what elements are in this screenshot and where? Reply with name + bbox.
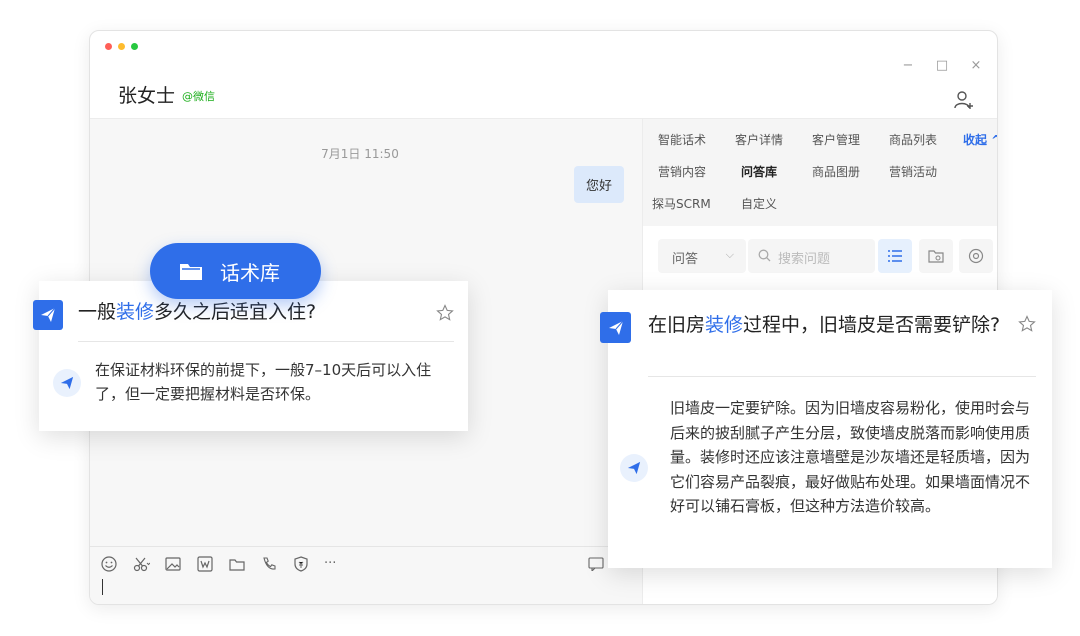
close-button[interactable]: × [969, 59, 983, 73]
question-badge [33, 300, 63, 330]
tab-marketing-activity[interactable]: 营销活动 [889, 163, 937, 180]
question-text: 一般装修多久之后适宜入住? [78, 299, 438, 326]
paper-plane-icon [60, 376, 74, 390]
scissors-icon[interactable] [132, 555, 150, 573]
star-icon[interactable] [1018, 315, 1036, 333]
word-icon[interactable] [196, 555, 214, 573]
question-text: 在旧房装修过程中，旧墙皮是否需要铲除? [648, 312, 1010, 339]
search-input[interactable]: 搜索问题 [748, 239, 875, 273]
card-divider [78, 341, 454, 342]
folder-icon [180, 264, 202, 280]
tab-customer-detail[interactable]: 客户详情 [735, 131, 783, 148]
tab-product-album[interactable]: 商品图册 [812, 163, 860, 180]
search-icon [758, 249, 771, 262]
list-icon [888, 250, 902, 262]
folder-icon[interactable] [228, 555, 246, 573]
maximize-button[interactable]: □ [935, 59, 949, 73]
star-icon[interactable] [436, 304, 454, 322]
chat-timestamp: 7月1日 11:50 [321, 147, 399, 161]
more-icon[interactable]: ··· [324, 555, 336, 573]
minimize-button[interactable]: − [901, 59, 915, 73]
traffic-lights [105, 43, 138, 50]
emoji-icon[interactable] [100, 555, 118, 573]
paper-plane-icon [608, 320, 623, 335]
tab-marketing-content[interactable]: 营销内容 [658, 163, 706, 180]
script-library-pill[interactable]: 话术库 [150, 243, 321, 299]
settings-button[interactable] [959, 239, 993, 273]
tab-qa-library[interactable]: 问答库 [741, 163, 777, 180]
answer-badge [620, 454, 648, 482]
zoom-dot[interactable] [131, 43, 138, 50]
question-highlight: 装修 [705, 314, 744, 336]
question-suffix: 多久之后适宜入住? [154, 301, 317, 323]
close-dot[interactable] [105, 43, 112, 50]
text-caret [102, 579, 103, 595]
pill-label: 话术库 [220, 260, 280, 285]
folder-icon [928, 250, 944, 263]
qa-type-select[interactable]: 问答 ⌵ [658, 239, 746, 273]
answer-badge [53, 369, 81, 397]
contact-name: 张女士 [118, 85, 176, 107]
qa-type-value: 问答 [672, 252, 699, 267]
chevron-down-icon: ⌵ [725, 248, 734, 261]
card-divider [648, 376, 1036, 377]
question-suffix: 过程中，旧墙皮是否需要铲除? [743, 314, 1001, 336]
side-tabs: 智能话术 客户详情 客户管理 商品列表 收起 ^ 营销内容 问答库 商品图册 营… [643, 119, 997, 226]
window-controls: − □ × [901, 59, 983, 73]
phone-icon[interactable] [260, 555, 278, 573]
question-prefix: 一般 [78, 301, 117, 323]
answer-text: 旧墙皮一定要铲除。因为旧墙皮容易粉化，使用时会与后来的披刮腻子产生分层，致使墙皮… [670, 399, 1031, 515]
tab-product-list[interactable]: 商品列表 [889, 131, 937, 148]
toolbar-divider [90, 546, 642, 547]
input-toolbar: ··· [100, 555, 336, 573]
tab-smart-script[interactable]: 智能话术 [658, 131, 706, 148]
search-placeholder: 搜索问题 [778, 252, 831, 267]
message-bubble-outgoing[interactable]: 您好 [573, 166, 624, 203]
minimize-dot[interactable] [118, 43, 125, 50]
answer-text: 在保证材料环保的前提下，一般7–10天后可以入住了，但一定要把握材料是否环保。 [95, 361, 432, 403]
gear-icon [968, 248, 984, 264]
redpacket-icon[interactable] [292, 555, 310, 573]
paper-plane-icon [41, 307, 56, 322]
qa-card-right[interactable]: 在旧房装修过程中，旧墙皮是否需要铲除? 旧墙皮一定要铲除。因为旧墙皮容易粉化，使… [600, 290, 1052, 568]
qa-card-left[interactable]: 一般装修多久之后适宜入住? 在保证材料环保的前提下，一般7–10天后可以入住了，… [33, 281, 468, 431]
tab-customer-manage[interactable]: 客户管理 [812, 131, 860, 148]
collapse-tabs-link[interactable]: 收起 ^ [963, 131, 997, 148]
folder-view-button[interactable] [919, 239, 953, 273]
question-badge [600, 312, 631, 343]
tab-custom[interactable]: 自定义 [741, 195, 777, 212]
question-prefix: 在旧房 [648, 314, 706, 336]
tab-tanma-scrm[interactable]: 探马SCRM [652, 195, 711, 212]
contact-source-tag: @微信 [182, 90, 215, 103]
chat-record-icon[interactable] [588, 557, 604, 571]
list-view-button[interactable] [878, 239, 912, 273]
paper-plane-icon [627, 461, 641, 475]
question-highlight: 装修 [116, 301, 155, 323]
image-icon[interactable] [164, 555, 182, 573]
add-user-icon[interactable] [953, 89, 975, 111]
qa-search-row: 问答 ⌵ 搜索问题 [643, 226, 997, 286]
